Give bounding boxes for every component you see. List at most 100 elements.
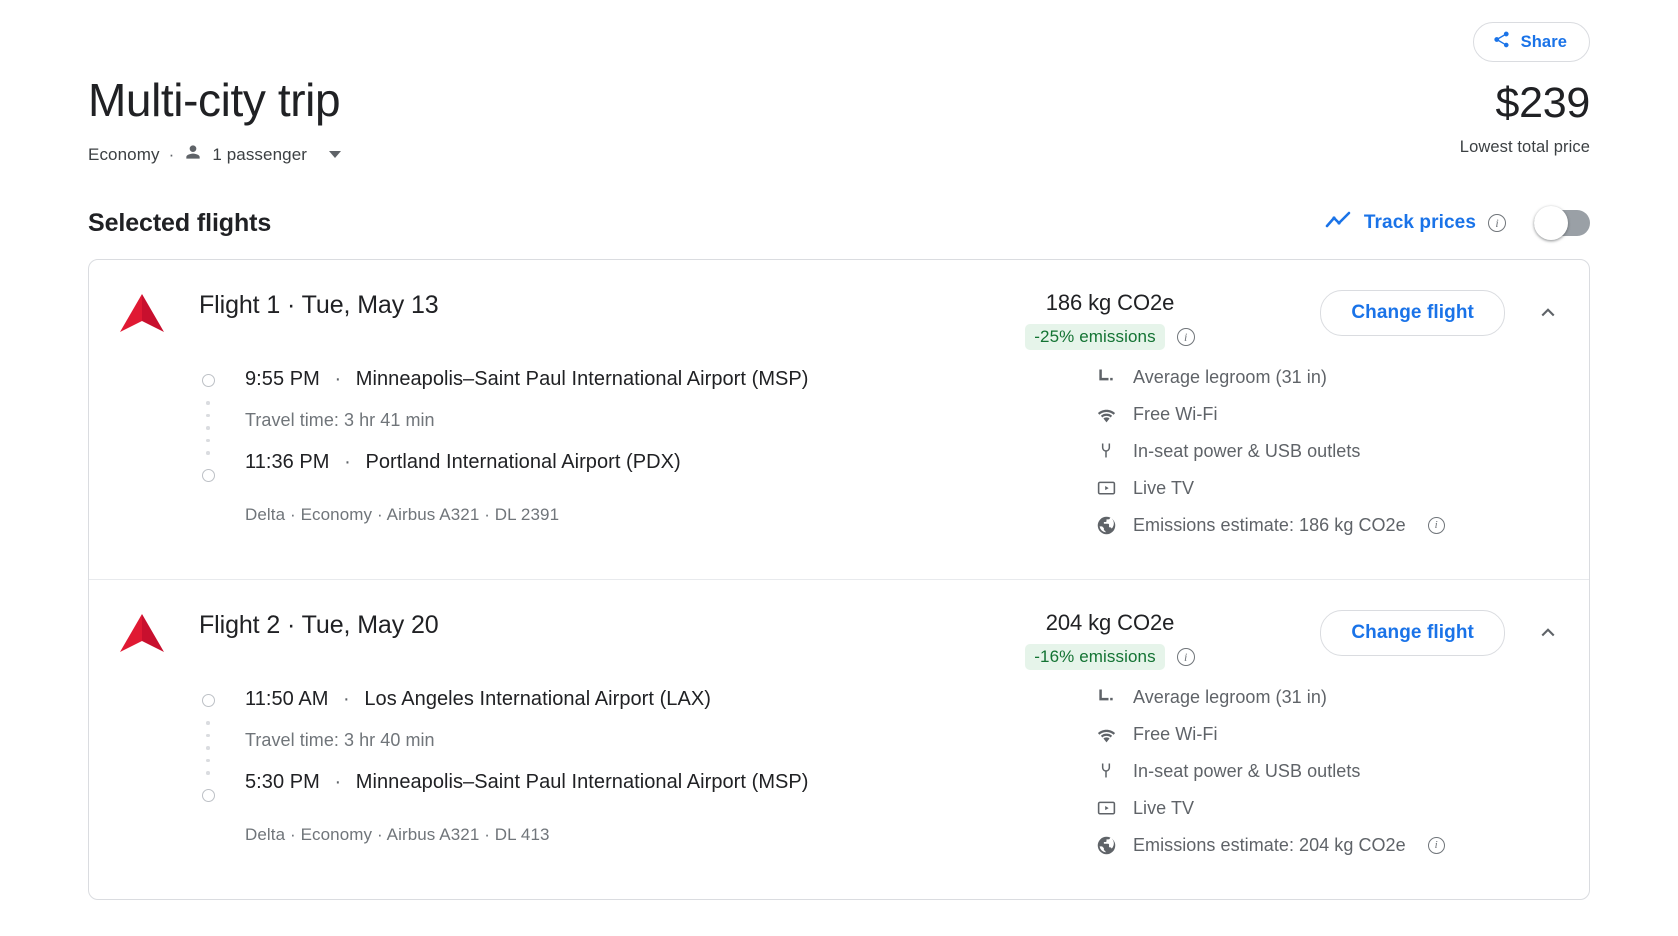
selected-flights-title: Selected flights bbox=[88, 207, 271, 239]
power-plug-icon bbox=[1095, 440, 1117, 462]
amenity-label: Average legroom (31 in) bbox=[1133, 367, 1327, 388]
amenity-label: Average legroom (31 in) bbox=[1133, 687, 1327, 708]
track-prices-link[interactable]: Track prices bbox=[1325, 210, 1476, 236]
amenity-power: In-seat power & USB outlets bbox=[1095, 440, 1565, 462]
flight-body: 11:50 AM · Los Angeles International Air… bbox=[89, 670, 1589, 899]
price-caption: Lowest total price bbox=[1460, 138, 1590, 157]
departure-node-icon bbox=[202, 694, 215, 707]
separator-dot: · bbox=[344, 451, 351, 473]
amenity-wifi: Free Wi-Fi bbox=[1095, 723, 1565, 745]
chevron-up-icon bbox=[1535, 299, 1561, 328]
separator-dot: · bbox=[343, 688, 350, 710]
travel-time: Travel time: 3 hr 40 min bbox=[245, 730, 1085, 751]
arrival-airport: Minneapolis–Saint Paul International Air… bbox=[356, 771, 809, 793]
chevron-down-icon bbox=[329, 151, 341, 158]
emissions-badge: -16% emissions bbox=[1025, 644, 1164, 670]
info-icon[interactable]: i bbox=[1177, 328, 1195, 346]
travel-time: Travel time: 3 hr 41 min bbox=[245, 410, 1085, 431]
arrival-row: 5:30 PM · Minneapolis–Saint Paul Interna… bbox=[245, 767, 1085, 797]
timeline-dots bbox=[206, 387, 210, 469]
globe-icon bbox=[1095, 834, 1117, 856]
legroom-icon bbox=[1095, 366, 1117, 388]
wifi-icon bbox=[1095, 723, 1117, 745]
share-row: Share bbox=[88, 0, 1590, 62]
amenity-label: In-seat power & USB outlets bbox=[1133, 761, 1360, 782]
amenity-live-tv: Live TV bbox=[1095, 797, 1565, 819]
flight-meta: Delta · Economy · Airbus A321 · DL 2391 bbox=[245, 505, 1085, 525]
total-price: $239 bbox=[1460, 78, 1590, 128]
person-icon bbox=[183, 142, 203, 167]
amenity-emissions: Emissions estimate: 186 kg CO2e i bbox=[1095, 514, 1565, 536]
co2-badge-row: -16% emissions i bbox=[985, 644, 1235, 670]
amenity-wifi: Free Wi-Fi bbox=[1095, 403, 1565, 425]
flight-body: 9:55 PM · Minneapolis–Saint Paul Interna… bbox=[89, 350, 1589, 579]
amenity-label: In-seat power & USB outlets bbox=[1133, 441, 1360, 462]
trip-summary-left: Multi-city trip Economy · 1 passenger bbox=[88, 72, 341, 167]
emissions-summary: 204 kg CO2e -16% emissions i bbox=[985, 608, 1235, 670]
amenities-list: Average legroom (31 in) Free Wi-Fi bbox=[1085, 364, 1565, 551]
live-tv-icon bbox=[1095, 477, 1117, 499]
co2-value: 186 kg CO2e bbox=[985, 290, 1235, 316]
passenger-selector[interactable]: 1 passenger bbox=[183, 142, 341, 167]
selected-flights-card: Flight 1 · Tue, May 13 186 kg CO2e -25% … bbox=[88, 259, 1590, 900]
amenities-list: Average legroom (31 in) Free Wi-Fi bbox=[1085, 684, 1565, 871]
timeline-graphic bbox=[199, 374, 217, 482]
legroom-icon bbox=[1095, 686, 1117, 708]
emissions-summary: 186 kg CO2e -25% emissions i bbox=[985, 288, 1235, 350]
cabin-class-label: Economy bbox=[88, 145, 160, 165]
delta-logo bbox=[113, 288, 171, 334]
arrival-row: 11:36 PM · Portland International Airpor… bbox=[245, 447, 1085, 477]
trending-line-icon bbox=[1325, 210, 1351, 236]
info-icon[interactable]: i bbox=[1488, 214, 1506, 232]
departure-airport: Minneapolis–Saint Paul International Air… bbox=[356, 368, 809, 390]
change-flight-button[interactable]: Change flight bbox=[1320, 610, 1505, 656]
amenity-label: Free Wi-Fi bbox=[1133, 724, 1218, 745]
amenity-legroom: Average legroom (31 in) bbox=[1095, 366, 1565, 388]
amenity-legroom: Average legroom (31 in) bbox=[1095, 686, 1565, 708]
flight-booking-page: Share Multi-city trip Economy · 1 passen… bbox=[0, 0, 1678, 900]
change-flight-button[interactable]: Change flight bbox=[1320, 290, 1505, 336]
itinerary: 11:50 AM · Los Angeles International Air… bbox=[113, 684, 1085, 871]
amenity-emissions: Emissions estimate: 204 kg CO2e i bbox=[1095, 834, 1565, 856]
amenity-label: Free Wi-Fi bbox=[1133, 404, 1218, 425]
co2-value: 204 kg CO2e bbox=[985, 610, 1235, 636]
flight-actions: Change flight bbox=[1235, 288, 1565, 336]
arrival-time: 5:30 PM bbox=[245, 771, 320, 793]
live-tv-icon bbox=[1095, 797, 1117, 819]
flight-header: Flight 1 · Tue, May 13 186 kg CO2e -25% … bbox=[89, 260, 1589, 350]
track-prices-label: Track prices bbox=[1364, 212, 1476, 234]
departure-time: 11:50 AM bbox=[245, 688, 328, 710]
arrival-node-icon bbox=[202, 789, 215, 802]
arrival-node-icon bbox=[202, 469, 215, 482]
flight-block: Flight 2 · Tue, May 20 204 kg CO2e -16% … bbox=[89, 579, 1589, 899]
co2-badge-row: -25% emissions i bbox=[985, 324, 1235, 350]
info-icon[interactable]: i bbox=[1428, 517, 1445, 534]
collapse-flight-button[interactable] bbox=[1531, 616, 1565, 650]
amenity-live-tv: Live TV bbox=[1095, 477, 1565, 499]
info-icon[interactable]: i bbox=[1428, 837, 1445, 854]
power-plug-icon bbox=[1095, 760, 1117, 782]
separator-dot: · bbox=[169, 145, 175, 165]
amenity-label: Emissions estimate: 186 kg CO2e bbox=[1133, 515, 1406, 536]
amenity-label: Live TV bbox=[1133, 478, 1194, 499]
globe-icon bbox=[1095, 514, 1117, 536]
departure-row: 11:50 AM · Los Angeles International Air… bbox=[245, 684, 1085, 714]
info-icon[interactable]: i bbox=[1177, 648, 1195, 666]
track-prices-toggle[interactable] bbox=[1534, 210, 1590, 236]
amenity-label: Live TV bbox=[1133, 798, 1194, 819]
trip-summary-right: $239 Lowest total price bbox=[1460, 72, 1590, 157]
departure-time: 9:55 PM bbox=[245, 368, 320, 390]
flight-block: Flight 1 · Tue, May 13 186 kg CO2e -25% … bbox=[89, 260, 1589, 579]
track-prices-group: Track prices i bbox=[1325, 210, 1590, 236]
page-title: Multi-city trip bbox=[88, 72, 341, 128]
toggle-knob bbox=[1534, 206, 1568, 240]
timeline-dots bbox=[206, 707, 210, 789]
trip-options-line: Economy · 1 passenger bbox=[88, 142, 341, 167]
leg-timeline-wrapper: 9:55 PM · Minneapolis–Saint Paul Interna… bbox=[199, 364, 1085, 525]
amenity-power: In-seat power & USB outlets bbox=[1095, 760, 1565, 782]
wifi-icon bbox=[1095, 403, 1117, 425]
flight-meta: Delta · Economy · Airbus A321 · DL 413 bbox=[245, 825, 1085, 845]
share-button[interactable]: Share bbox=[1473, 22, 1590, 62]
departure-row: 9:55 PM · Minneapolis–Saint Paul Interna… bbox=[245, 364, 1085, 394]
collapse-flight-button[interactable] bbox=[1531, 296, 1565, 330]
